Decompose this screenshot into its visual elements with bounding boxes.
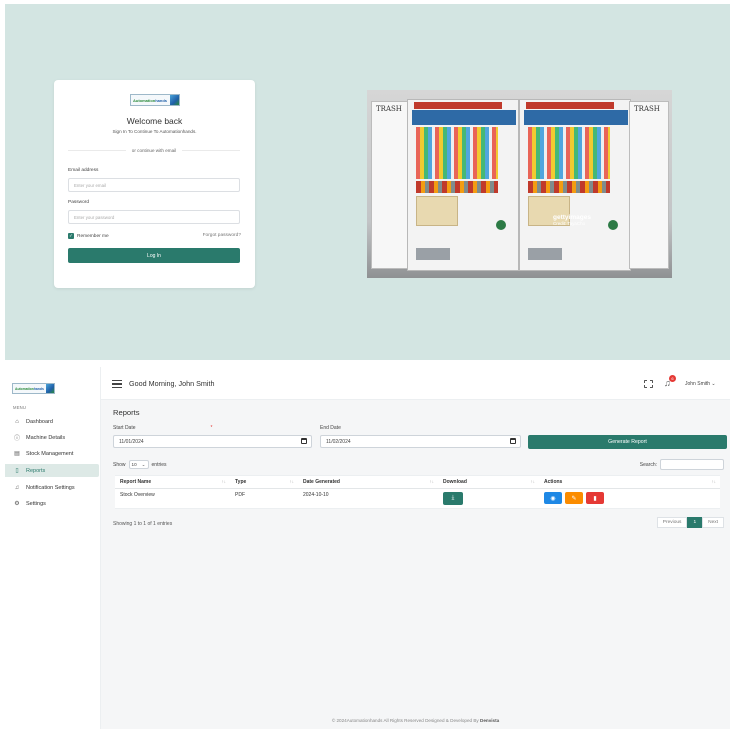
view-button[interactable]: ◉ <box>544 492 562 504</box>
pagination-previous[interactable]: Previous <box>656 517 688 528</box>
end-date-label: End Date <box>320 425 341 431</box>
footer: © 2024Automationhands All Rights Reserve… <box>331 718 500 723</box>
calendar-icon <box>301 438 307 444</box>
sort-icon: ↑↓ <box>530 479 536 484</box>
top-header: Good Morning, John Smith ♫ 6 John Smith … <box>101 367 730 400</box>
cell-download: ⤓ <box>438 488 539 509</box>
user-menu[interactable]: John Smith ⌄ <box>685 381 716 387</box>
cell-report-name: Stock Overview <box>115 488 230 509</box>
sidebar-item-reports[interactable]: ▯ Reports <box>5 464 99 477</box>
vending-machine-photo: TRASH TRASH gettyimages Credit: TayaCho <box>367 90 672 278</box>
gear-icon: ⚙ <box>14 501 20 507</box>
start-date-input[interactable]: 11/01/2024 <box>113 435 312 448</box>
download-button[interactable]: ⤓ <box>443 492 463 505</box>
sidebar-logo[interactable]: Automationhands <box>12 383 55 394</box>
forgot-password-link[interactable]: Forgot password? <box>203 233 241 238</box>
calendar-icon <box>510 438 516 444</box>
trash-icon: ▮ <box>593 495 597 502</box>
sort-icon: ↑↓ <box>289 479 295 484</box>
end-date-input[interactable]: 11/02/2024 <box>320 435 521 448</box>
sidebar-item-settings[interactable]: ⚙ Settings <box>5 497 101 510</box>
cell-type: PDF <box>230 488 298 509</box>
column-header-type[interactable]: Type ↑↓ <box>230 475 298 489</box>
logo-text-a: Automation <box>133 97 156 103</box>
chevron-down-icon: ⌄ <box>141 461 146 467</box>
vending-machine-right <box>519 99 631 271</box>
column-header-date-generated[interactable]: Date Generated ↑↓ <box>298 475 438 489</box>
column-header-actions[interactable]: Actions ↑↓ <box>539 475 720 489</box>
login-logo: Automationhands <box>130 94 180 106</box>
email-field[interactable]: Enter your email <box>68 178 240 192</box>
pagination-page-1[interactable]: 1 <box>687 517 703 528</box>
reports-app: Automationhands MENU ⌂ Dashboard ⓘ Machi… <box>5 367 730 729</box>
password-label: Password <box>68 200 90 205</box>
table-row: Stock Overview PDF 2024-10-10 ⤓ ◉ ✎ ▮ <box>115 488 720 509</box>
edit-icon: ✎ <box>571 495 577 502</box>
file-icon: ▯ <box>15 468 19 474</box>
bell-icon: ♫ <box>14 484 20 491</box>
remember-me-checkbox[interactable]: ✓ Remember me <box>68 233 109 239</box>
delete-button[interactable]: ▮ <box>586 492 604 504</box>
greeting-text: Good Morning, John Smith <box>129 379 215 388</box>
sidebar: Automationhands MENU ⌂ Dashboard ⓘ Machi… <box>5 367 101 729</box>
entries-select[interactable]: 10 ⌄ <box>128 460 149 469</box>
hamburger-menu-icon[interactable] <box>112 380 122 388</box>
entries-length-control: Show 10 ⌄ entries <box>113 460 167 469</box>
logo-mark-icon <box>170 95 179 105</box>
eye-icon: ◉ <box>550 495 556 502</box>
login-button[interactable]: Log In <box>68 248 240 263</box>
cell-date-generated: 2024-10-10 <box>298 488 438 509</box>
download-icon: ⤓ <box>451 495 455 501</box>
fullscreen-icon[interactable] <box>644 380 653 388</box>
trash-bin-right: TRASH <box>629 101 669 269</box>
pagination-next[interactable]: Next <box>702 517 724 528</box>
signin-subtitle: Sign In To Continue To Automationhands. <box>112 129 197 134</box>
email-label: Email address <box>68 168 99 173</box>
sidebar-item-notification-settings[interactable]: ♫ Notification Settings <box>5 481 101 494</box>
sort-icon: ↑↓ <box>429 479 435 484</box>
getty-watermark: gettyimages Credit: TayaCho <box>553 214 591 226</box>
start-date-label: Start Date * <box>113 425 213 431</box>
password-field[interactable]: Enter your password <box>68 210 240 224</box>
login-card: Automationhands Welcome back Sign In To … <box>54 80 255 288</box>
sort-icon: ↑↓ <box>221 479 227 484</box>
edit-button[interactable]: ✎ <box>565 492 583 504</box>
box-icon: ▤ <box>14 451 20 457</box>
menu-caption: MENU <box>13 405 27 410</box>
logo-text-b: hands <box>155 97 167 103</box>
generate-report-button[interactable]: Generate Report <box>528 435 727 449</box>
cell-actions: ◉ ✎ ▮ <box>539 488 720 509</box>
sidebar-item-dashboard[interactable]: ⌂ Dashboard <box>5 415 101 428</box>
remember-label: Remember me <box>77 233 109 239</box>
page-title: Reports <box>113 408 140 417</box>
table-info: Showing 1 to 1 of 1 entries <box>113 521 173 527</box>
login-screen: Automationhands Welcome back Sign In To … <box>5 4 730 360</box>
sort-icon: ↑↓ <box>711 479 717 484</box>
pagination: Previous 1 Next <box>656 517 724 528</box>
home-icon: ⌂ <box>15 418 19 425</box>
footer-brand-link[interactable]: Denvista <box>480 718 499 723</box>
divider-text: or continue with email <box>131 148 177 153</box>
sidebar-item-stock-management[interactable]: ▤ Stock Management <box>5 447 101 460</box>
trash-bin-left: TRASH <box>371 101 411 269</box>
reports-content: Reports Start Date * 11/01/2024 End Date … <box>101 400 730 729</box>
info-icon: ⓘ <box>13 436 20 442</box>
vending-machine-left <box>407 99 519 271</box>
column-header-download[interactable]: Download ↑↓ <box>438 475 539 489</box>
photo-credit: Credit: TayaCho <box>553 221 586 226</box>
checkmark-icon: ✓ <box>68 233 74 239</box>
notification-badge: 6 <box>669 375 676 382</box>
search-input[interactable] <box>660 459 724 470</box>
logo-mark-icon <box>46 384 54 393</box>
column-header-report-name[interactable]: Report Name ↑↓ <box>115 475 230 489</box>
email-divider: or continue with email <box>68 148 240 153</box>
sidebar-item-machine-details[interactable]: ⓘ Machine Details <box>5 431 101 444</box>
reports-table: Report Name ↑↓ Type ↑↓ Date Generated ↑↓ Do… <box>115 475 720 509</box>
table-search: Search: <box>640 459 724 470</box>
welcome-heading: Welcome back <box>126 116 183 126</box>
